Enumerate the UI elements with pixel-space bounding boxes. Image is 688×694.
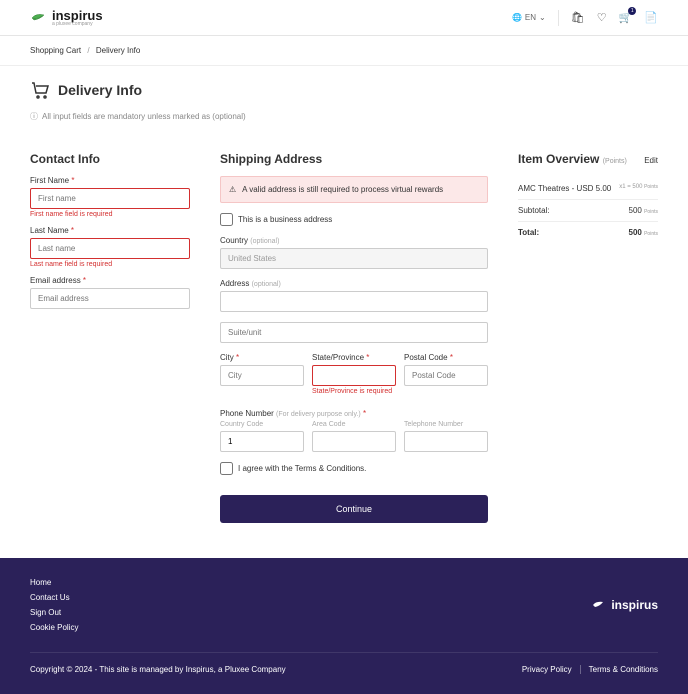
page-title: Delivery Info: [30, 81, 658, 99]
mandatory-info: ⓘ All input fields are mandatory unless …: [30, 111, 658, 122]
footer-logo: inspirus: [591, 578, 658, 632]
language-selector[interactable]: 🌐 EN ⌄: [512, 13, 546, 22]
address-alert: ⚠ A valid address is still required to p…: [220, 176, 488, 203]
ac-label: Area Code: [312, 421, 396, 428]
terms-checkbox[interactable]: [220, 462, 233, 475]
lname-input[interactable]: [30, 238, 190, 259]
phone-label: Phone Number (For delivery purpose only.…: [220, 409, 488, 418]
footer-privacy[interactable]: Privacy Policy: [522, 665, 581, 674]
copyright: Copyright © 2024 - This site is managed …: [30, 665, 286, 674]
postal-input[interactable]: [404, 365, 488, 386]
overview-item: AMC Theatres - USD 5.00 x1 = 500 Points: [518, 178, 658, 200]
breadcrumb-cart[interactable]: Shopping Cart: [30, 46, 81, 55]
lname-label: Last Name *: [30, 226, 190, 235]
footer-signout[interactable]: Sign Out: [30, 608, 78, 617]
footer-terms[interactable]: Terms & Conditions: [589, 665, 658, 674]
business-label: This is a business address: [238, 215, 332, 224]
postal-label: Postal Code *: [404, 353, 488, 362]
lname-error: Last name field is required: [30, 261, 190, 268]
area-code-input[interactable]: [312, 431, 396, 452]
cart-icon[interactable]: 🛒1: [619, 11, 633, 24]
cart-icon: [30, 81, 50, 99]
leaf-icon: [30, 11, 48, 25]
header: inspirus a pluxee company 🌐 EN ⌄ 🛍 ♡ 🛒1 …: [0, 0, 688, 36]
email-input[interactable]: [30, 288, 190, 309]
email-label: Email address *: [30, 276, 190, 285]
fname-label: First Name *: [30, 176, 190, 185]
state-error: State/Province is required: [312, 388, 396, 395]
state-label: State/Province *: [312, 353, 396, 362]
shipping-title: Shipping Address: [220, 152, 488, 166]
footer-home[interactable]: Home: [30, 578, 78, 587]
telephone-input[interactable]: [404, 431, 488, 452]
info-icon: ⓘ: [30, 111, 38, 122]
city-label: City *: [220, 353, 304, 362]
business-checkbox[interactable]: [220, 213, 233, 226]
country-code-input[interactable]: [220, 431, 304, 452]
bag-icon[interactable]: 🛍: [571, 11, 585, 24]
country-input[interactable]: [220, 248, 488, 269]
warning-icon: ⚠: [229, 185, 236, 194]
lang-label: EN: [525, 13, 536, 22]
heart-icon[interactable]: ♡: [597, 11, 607, 24]
cart-badge: 1: [628, 7, 636, 15]
breadcrumb: Shopping Cart / Delivery Info: [0, 36, 688, 66]
cc-label: Country Code: [220, 421, 304, 428]
address-label: Address (optional): [220, 279, 488, 288]
overview-title: Item Overview (Points) Edit: [518, 152, 658, 166]
document-icon[interactable]: 📄: [644, 11, 658, 24]
footer-contact[interactable]: Contact Us: [30, 593, 78, 602]
continue-button[interactable]: Continue: [220, 495, 488, 523]
divider: [558, 10, 559, 26]
breadcrumb-delivery: Delivery Info: [96, 46, 140, 55]
state-select[interactable]: [312, 365, 396, 386]
logo[interactable]: inspirus a pluxee company: [30, 8, 103, 27]
leaf-icon: [591, 599, 607, 611]
chevron-down-icon: ⌄: [539, 13, 546, 22]
footer-cookie[interactable]: Cookie Policy: [30, 623, 78, 632]
overview-total: Total: 500 Points: [518, 222, 658, 243]
contact-info-title: Contact Info: [30, 152, 190, 166]
header-right: 🌐 EN ⌄ 🛍 ♡ 🛒1 📄: [512, 10, 658, 26]
tn-label: Telephone Number: [404, 421, 488, 428]
footer: Home Contact Us Sign Out Cookie Policy i…: [0, 558, 688, 694]
country-label: Country (optional): [220, 236, 488, 245]
address-input[interactable]: [220, 291, 488, 312]
overview-subtotal: Subtotal: 500 Points: [518, 200, 658, 222]
terms-label: I agree with the Terms & Conditions.: [238, 464, 366, 473]
fname-error: First name field is required: [30, 211, 190, 218]
fname-input[interactable]: [30, 188, 190, 209]
city-input[interactable]: [220, 365, 304, 386]
edit-link[interactable]: Edit: [644, 156, 658, 165]
suite-input[interactable]: [220, 322, 488, 343]
globe-icon: 🌐: [512, 13, 522, 22]
